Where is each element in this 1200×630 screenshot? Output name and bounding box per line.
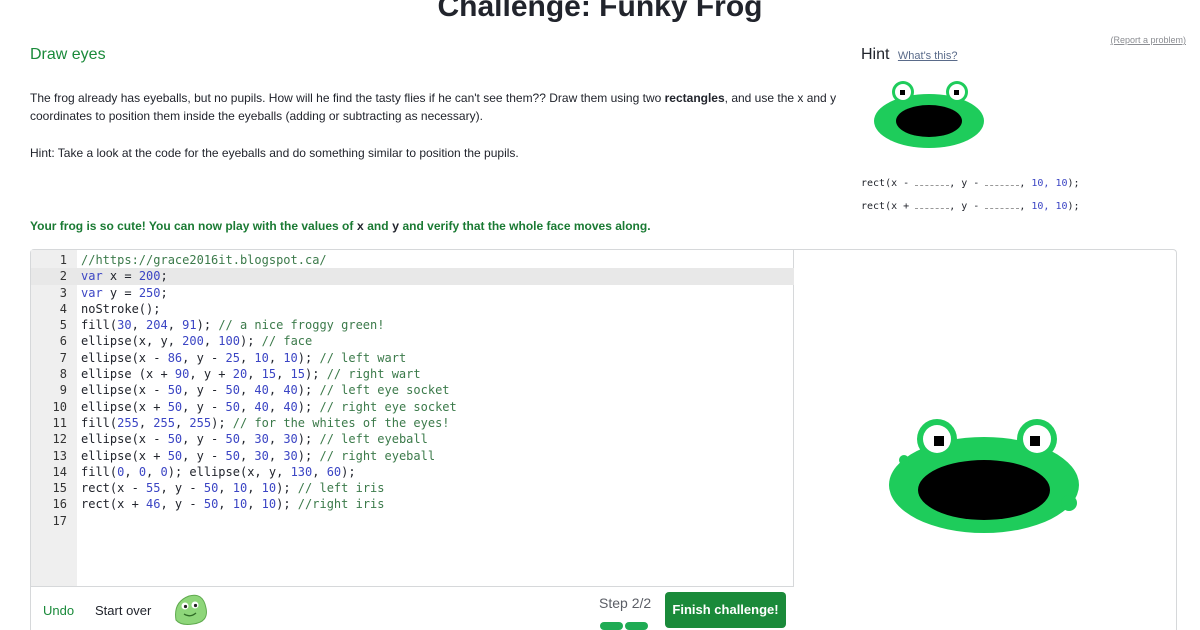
line-number: 5	[59, 318, 67, 333]
instructions-text: The frog already has eyeballs, but no pu…	[30, 91, 665, 105]
hint-code-num: 10, 10	[1031, 178, 1068, 189]
code-line[interactable]: 1 //https://grace2016it.blogspot.ca/	[31, 252, 794, 268]
report-problem-link[interactable]: (Report a problem)	[1110, 35, 1186, 45]
code-text: ellipse (x + 90, y + 20, 15, 15); // rig…	[81, 367, 421, 382]
code-text: var x = 200;	[81, 269, 168, 284]
line-number: 10	[52, 399, 67, 414]
line-number: 7	[59, 350, 67, 365]
step-bar-1	[600, 622, 623, 630]
hint-code-text: );	[1067, 178, 1080, 189]
editor-container: 1 //https://grace2016it.blogspot.ca/2 var …	[30, 249, 1177, 630]
line-number: 4	[59, 301, 67, 316]
hint-code-num: 10, 10	[1031, 201, 1068, 212]
editor-footer: Undo Start over Step 2/2 Finish challeng…	[31, 586, 794, 630]
code-line[interactable]: 12 ellipse(x - 50, y - 50, 30, 30); // le…	[31, 431, 794, 447]
code-line[interactable]: 14 fill(0, 0, 0); ellipse(x, y, 130, 60);	[31, 464, 794, 480]
line-number: 8	[59, 367, 67, 382]
code-line[interactable]: 17	[31, 513, 794, 529]
hint-blank	[985, 185, 1020, 186]
start-over-button[interactable]: Start over	[95, 603, 151, 618]
code-line[interactable]: 13 ellipse(x + 50, y - 50, 30, 30); // ri…	[31, 448, 794, 464]
step-bar-2	[625, 622, 648, 630]
hint-code-text: rect(x -	[861, 178, 916, 189]
line-number: 9	[59, 383, 67, 398]
code-text: ellipse(x - 86, y - 25, 10, 10); // left…	[81, 350, 407, 365]
code-line[interactable]: 7 ellipse(x - 86, y - 25, 10, 10); // lef…	[31, 350, 794, 366]
hint-blank	[985, 208, 1020, 209]
page-title: Challenge: Funky Frog	[437, 0, 763, 23]
hint-code-text: , y -	[949, 201, 986, 212]
code-editor[interactable]: 1 //https://grace2016it.blogspot.ca/2 var …	[31, 250, 794, 586]
hint-blank	[915, 208, 950, 209]
hint-frog-image	[874, 81, 984, 148]
whats-this-link[interactable]: What's this?	[898, 50, 958, 62]
code-line[interactable]: 3 var y = 250;	[31, 285, 794, 301]
hint-heading: Hint	[861, 46, 890, 63]
code-line[interactable]: 9 ellipse(x - 50, y - 50, 40, 40); // lef…	[31, 382, 794, 398]
code-text: rect(x - 55, y - 50, 10, 10); // left ir…	[81, 481, 385, 496]
line-number: 2	[59, 269, 67, 284]
code-text: ellipse(x - 50, y - 50, 30, 30); // left…	[81, 432, 428, 447]
code-line[interactable]: 8 ellipse (x + 90, y + 20, 15, 15); // ri…	[31, 366, 794, 382]
code-text: noStroke();	[81, 301, 161, 316]
output-canvas[interactable]	[794, 250, 1177, 630]
line-number: 14	[52, 464, 67, 479]
hint-code-text: rect(x +	[861, 201, 916, 212]
code-line[interactable]: 4 noStroke();	[31, 301, 794, 317]
line-number: 13	[52, 448, 67, 463]
rectangles-term: rectangles	[664, 91, 725, 105]
line-number: 3	[59, 285, 67, 300]
hint-code-text: , y -	[949, 178, 986, 189]
frog-output-drawing	[889, 419, 1079, 533]
code-text: ellipse(x, y, 200, 100); // face	[81, 334, 313, 349]
code-line[interactable]: 15 rect(x - 55, y - 50, 10, 10); // left …	[31, 480, 794, 496]
hint-code-line-1: rect(x - , y - , 10, 10);	[861, 178, 1080, 189]
line-number: 11	[52, 415, 67, 430]
line-number: 1	[59, 253, 67, 267]
success-message: Your frog is so cute! You can now play w…	[30, 219, 651, 234]
success-text: Your frog is so cute! You can now play w…	[30, 219, 357, 233]
code-line[interactable]: 2 var x = 200;	[31, 268, 794, 285]
instructions-paragraph-1: The frog already has eyeballs, but no pu…	[30, 89, 845, 125]
code-line[interactable]: 11 fill(255, 255, 255); // for the whites…	[31, 415, 794, 431]
code-line[interactable]: 16 rect(x + 46, y - 50, 10, 10); //right …	[31, 496, 794, 512]
hint-code-text: );	[1067, 201, 1080, 212]
line-number: 6	[59, 334, 67, 349]
instructions-paragraph-2: Hint: Take a look at the code for the ey…	[30, 146, 519, 160]
code-text: ellipse(x + 50, y - 50, 40, 40); // righ…	[81, 399, 457, 414]
code-line[interactable]: 6 ellipse(x, y, 200, 100); // face	[31, 333, 794, 349]
code-text: ellipse(x + 50, y - 50, 30, 30); // righ…	[81, 448, 436, 463]
code-lines[interactable]: 1 //https://grace2016it.blogspot.ca/2 var …	[31, 252, 794, 529]
success-text: and verify that the whole face moves alo…	[399, 219, 651, 233]
hint-panel: Hint What's this? rect(x - , y - , 10, 1…	[861, 46, 1191, 212]
step-label: Step 2/2	[599, 595, 652, 611]
success-text: and	[363, 219, 392, 233]
code-line[interactable]: 10 ellipse(x + 50, y - 50, 40, 40); // ri…	[31, 399, 794, 415]
code-text: //https://grace2016it.blogspot.ca/	[81, 253, 327, 267]
green-blob-avatar-icon	[175, 594, 207, 625]
code-text: fill(30, 204, 91); // a nice froggy gree…	[81, 318, 385, 333]
hint-code: rect(x - , y - , 10, 10); rect(x + , y - …	[861, 172, 1080, 218]
step-progress	[600, 617, 650, 630]
line-number: 15	[52, 481, 67, 496]
line-number: 16	[52, 497, 67, 512]
finish-challenge-button[interactable]: Finish challenge!	[665, 592, 786, 628]
step-title: Draw eyes	[30, 46, 106, 63]
instructions: The frog already has eyeballs, but no pu…	[30, 89, 845, 181]
hint-blank	[915, 185, 950, 186]
code-text: var y = 250;	[81, 285, 168, 300]
hint-code-line-2: rect(x + , y - , 10, 10);	[861, 201, 1080, 212]
code-text: fill(255, 255, 255); // for the whites o…	[81, 415, 450, 430]
success-code-x: x	[356, 220, 364, 234]
undo-button[interactable]: Undo	[43, 603, 74, 618]
code-text: ellipse(x - 50, y - 50, 40, 40); // left…	[81, 383, 450, 398]
line-number: 17	[52, 513, 67, 528]
code-line[interactable]: 5 fill(30, 204, 91); // a nice froggy gre…	[31, 317, 794, 333]
line-number: 12	[52, 432, 67, 447]
code-text: rect(x + 46, y - 50, 10, 10); //right ir…	[81, 497, 385, 512]
code-text: fill(0, 0, 0); ellipse(x, y, 130, 60);	[81, 464, 356, 479]
